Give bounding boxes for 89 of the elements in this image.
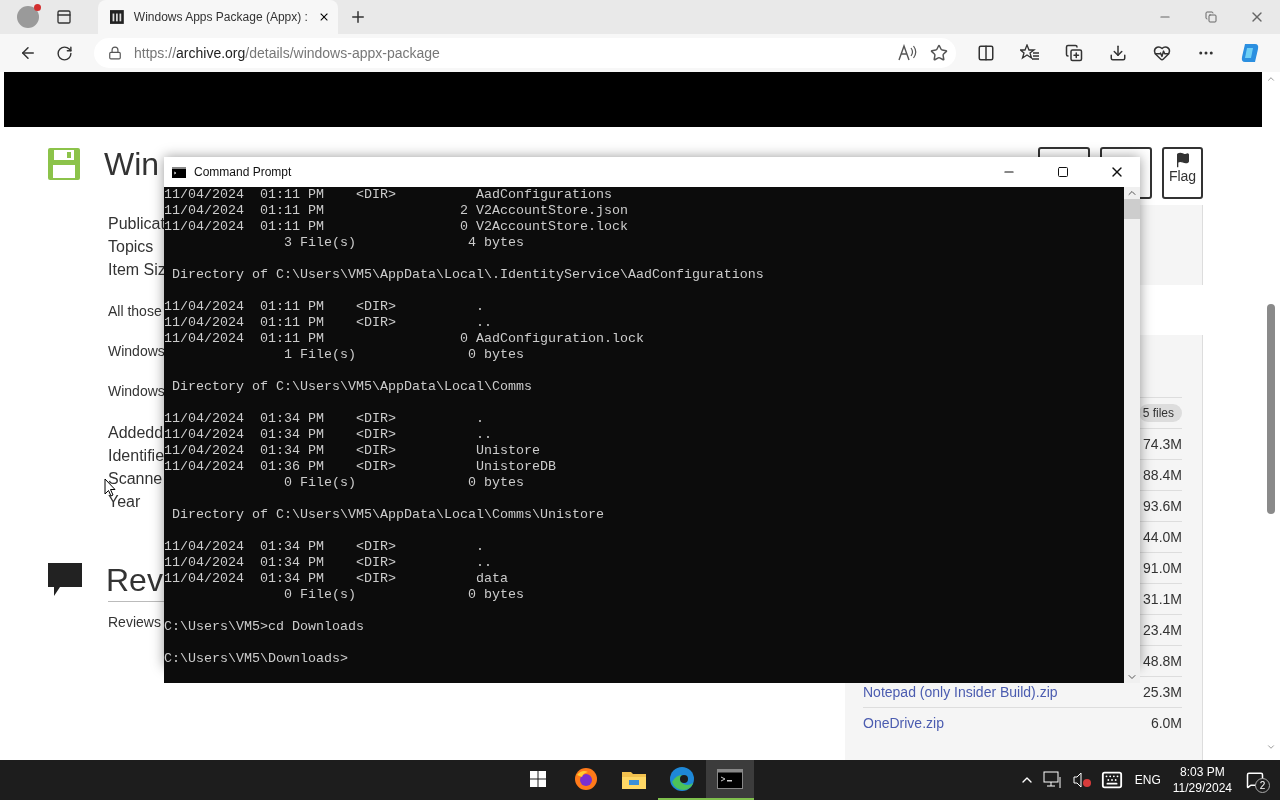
terminal-icon[interactable] [717,769,743,789]
file-size: 91.0M [1143,560,1182,576]
new-tab-icon[interactable] [349,8,367,26]
metadata-label: Year [108,492,141,512]
console-line: 0 File(s) 0 bytes [282,587,524,603]
description-text: Windows [108,342,165,361]
heart-pulse-icon[interactable] [1153,44,1171,62]
file-size: 31.1M [1143,591,1182,607]
notification-count: 2 [1255,778,1270,793]
terminal-icon [172,166,186,178]
collections-icon[interactable] [1065,44,1083,62]
console-line: 0 File(s) 0 bytes [282,475,524,491]
file-size: 88.4M [1143,467,1182,483]
console-line: 11/04/2024 01:34 PM <DIR> .. [164,427,492,443]
download-icon[interactable] [1109,44,1127,62]
metadata-label: Publicat [108,214,165,234]
edge-icon[interactable] [669,766,695,792]
item-title: Win [104,145,160,183]
description-text: Windows [108,382,165,401]
back-icon[interactable] [19,44,37,62]
console-line: 11/04/2024 01:11 PM <DIR> . [164,299,484,315]
metadata-label: Scanne [108,469,163,489]
url-text: https://archive.org/details/windows-appx-package [134,45,441,61]
language-indicator[interactable]: ENG [1134,773,1161,787]
metadata-label: Identifie [108,447,165,466]
read-aloud-icon[interactable] [898,44,918,62]
file-size: 93.6M [1143,498,1182,514]
keyboard-icon[interactable] [1100,769,1123,791]
file-size: 48.8M [1143,653,1182,669]
console-line: 11/04/2024 01:11 PM 2 V2AccountStore.json [164,203,628,219]
notifications-button[interactable]: 2 [1240,765,1270,795]
metadata-label: Topics [108,237,154,257]
building-icon [110,9,124,25]
console-line: Directory of C:\Users\VM5\AppData\Local\Comms\Unistore [171,507,604,523]
description-text: All those [108,302,162,321]
favorites-icon[interactable] [1020,44,1040,62]
file-size: 6.0M [1150,715,1182,731]
split-screen-icon[interactable] [977,44,995,62]
reviews-heading: Rev [106,561,163,599]
message-icon [1246,771,1264,789]
reviews-text: Reviews [108,614,161,630]
console-line: 11/04/2024 01:11 PM 0 V2AccountStore.lock [164,219,628,235]
lock-icon [108,46,122,60]
scrollbar-thumb[interactable] [1124,199,1140,219]
maximize-icon[interactable] [1057,166,1069,178]
console-line: 3 File(s) 4 bytes [282,235,524,251]
browser-tab[interactable]: Windows Apps Package (Appx) : [98,0,338,34]
clock-date: 11/29/2024 [1172,780,1232,796]
address-field[interactable]: https://archive.org/details/windows-appx-package [94,38,956,68]
console-line: 11/04/2024 01:36 PM <DIR> UnistoreDB [164,459,556,475]
favorite-star-icon[interactable] [930,44,948,62]
console-line: C:\Users\VM5>cd Downloads [164,619,364,635]
folder-icon[interactable] [622,769,646,789]
flag-icon [1174,152,1191,168]
clock-time: 8:03 PM [1180,764,1225,780]
profile-avatar[interactable] [17,6,39,28]
action-button[interactable]: Flag [1162,147,1203,199]
console-line: 11/04/2024 01:34 PM <DIR> data [164,571,508,587]
speech-bubble-icon [48,563,82,597]
console-line: 11/04/2024 01:34 PM <DIR> . [164,539,484,555]
console-line: 11/04/2024 01:34 PM <DIR> .. [164,555,492,571]
firefox-icon[interactable] [574,767,598,791]
console-line: 11/04/2024 01:34 PM <DIR> . [164,411,484,427]
volume-icon[interactable] [1072,771,1093,789]
file-link[interactable]: OneDrive.zip [863,715,944,731]
console-line: 11/04/2024 01:34 PM <DIR> Unistore [164,443,540,458]
console-line: 1 File(s) 0 bytes [282,347,524,363]
refresh-icon[interactable] [55,44,73,62]
taskbar-button[interactable] [706,760,754,800]
tab-title: Windows Apps Package (Appx) : [133,10,308,24]
window-title: Command Prompt [194,165,293,179]
file-size: 74.3M [1143,436,1182,452]
metadata-label: Addedd [108,423,164,443]
console-line: 11/04/2024 01:11 PM 0 AadConfiguration.lock [164,331,644,347]
scrollbar-thumb[interactable] [1267,304,1275,514]
file-size: 23.4M [1143,622,1182,638]
clock[interactable]: 8:03 PM 11/29/2024 [1172,764,1232,796]
console-line: Directory of C:\Users\VM5\AppData\Local\.IdentityService\AadConfigurations [171,267,764,283]
console-line: 11/04/2024 01:11 PM <DIR> AadConfigurations [164,187,612,203]
console-line: 11/04/2024 01:11 PM <DIR> .. [164,315,492,331]
file-size: 25.3M [1143,684,1182,700]
console-line: C:\Users\VM5\Downloads> [164,651,348,667]
console-line: Directory of C:\Users\VM5\AppData\Local\Comms [171,379,532,395]
tab-actions-icon[interactable] [56,9,72,25]
file-size: 44.0M [1143,529,1182,545]
file-count-badge: 5 files [1138,404,1182,422]
file-link[interactable]: Notepad (only Insider Build).zip [863,684,1058,700]
restore-icon[interactable] [1205,11,1217,23]
metadata-label: Item Siz [108,260,166,280]
